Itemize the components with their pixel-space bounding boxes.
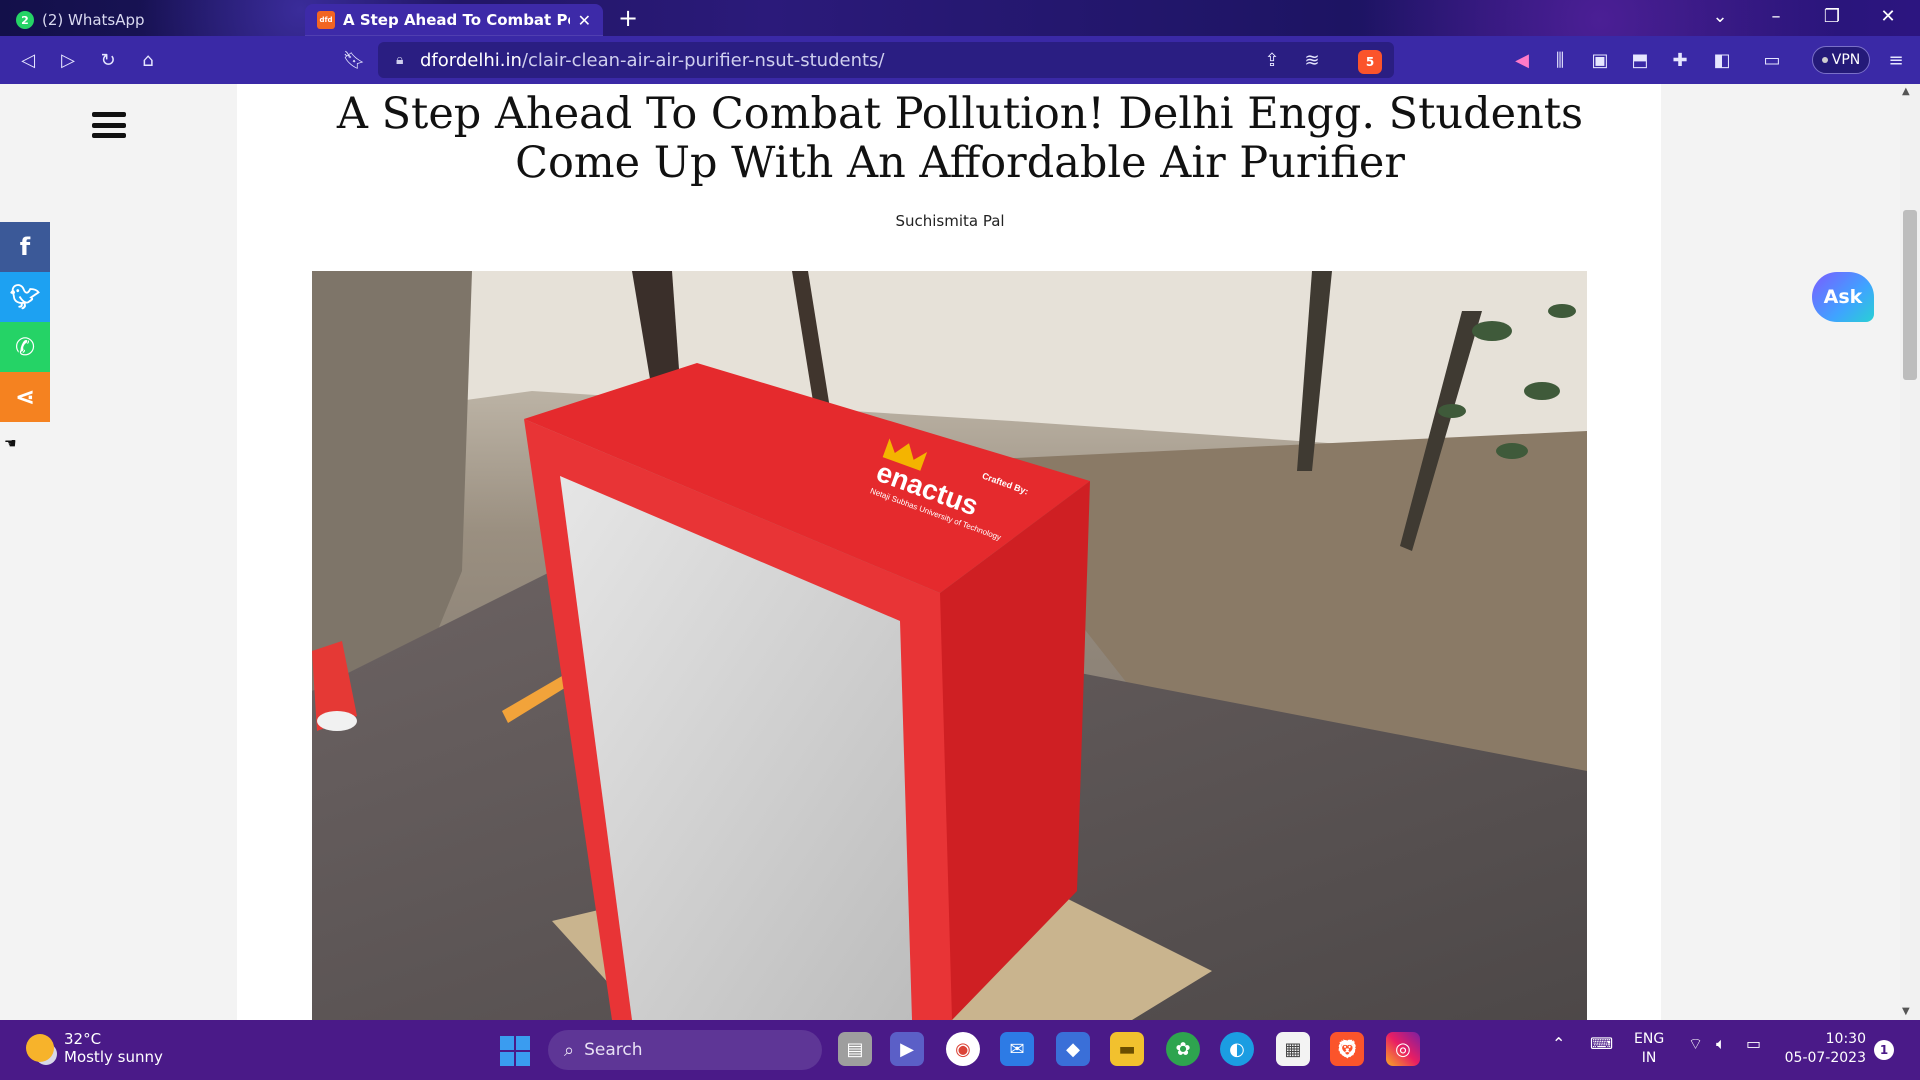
system-clock[interactable]: 10:30 05-07-2023 (1782, 1030, 1866, 1068)
facebook-share-button[interactable]: f (0, 222, 50, 272)
twitter-share-button[interactable]: 🐦︎ (0, 272, 50, 322)
notification-badge[interactable]: 1 (1874, 1040, 1894, 1060)
url-domain: dfordelhi.in (420, 49, 522, 71)
menu-bar (92, 122, 126, 128)
brave-shields-icon[interactable]: 5 (1358, 50, 1382, 74)
weather-temperature: 32°C (64, 1030, 102, 1048)
clock-time: 10:30 (1825, 1031, 1866, 1047)
instagram-icon[interactable]: ◎ (1386, 1032, 1420, 1066)
whatsapp-icon: ✆ (14, 333, 36, 361)
collapse-share-hand-icon[interactable]: ☚ (4, 436, 17, 452)
extension-download-icon[interactable]: ⬒ (1626, 46, 1654, 74)
back-icon[interactable]: ◁ (14, 46, 42, 74)
task-view-icon[interactable]: ▤ (838, 1032, 872, 1066)
twitter-bird-icon: 🐦︎ (9, 283, 41, 311)
browser-toolbar: ◁ ▷ ↻ ⌂ 🔖︎ 🔒︎ dfordelhi.in/clair-clean-a… (0, 36, 1920, 84)
battery-icon[interactable]: ▭ (1746, 1034, 1761, 1053)
new-tab-icon[interactable]: + (618, 4, 638, 32)
edge-icon[interactable]: ◐ (1220, 1032, 1254, 1066)
file-explorer-icon[interactable]: ▬ (1110, 1032, 1144, 1066)
web-page: A Step Ahead To Combat Pollution! Delhi … (0, 84, 1920, 1020)
address-bar[interactable]: 🔒︎ dfordelhi.in/clair-clean-air-air-puri… (378, 42, 1394, 78)
restore-window-icon[interactable]: ❐ (1812, 6, 1852, 27)
close-tab-icon[interactable]: ✕ (578, 11, 591, 30)
forward-icon[interactable]: ▷ (54, 46, 82, 74)
scrollbar-thumb[interactable] (1903, 210, 1917, 380)
taskbar-search[interactable]: ⌕ Search (548, 1030, 822, 1070)
video-icon[interactable]: ▣ (1586, 46, 1614, 74)
tab-title: (2) WhatsApp (42, 11, 145, 29)
tab-search-chevron-icon[interactable]: ⌄ (1700, 6, 1740, 27)
scroll-up-arrow-icon[interactable]: ▲ (1902, 86, 1910, 97)
language-code: ENG (1634, 1031, 1665, 1047)
show-hidden-icons-chevron-icon[interactable]: ⌃ (1552, 1034, 1565, 1053)
ask-label: Ask (1823, 286, 1863, 308)
facebook-icon: f (19, 233, 31, 261)
sidebar-bars-icon[interactable]: ⫼ (1546, 46, 1574, 74)
region-code: IN (1641, 1050, 1657, 1066)
windows-start-icon[interactable] (500, 1036, 530, 1066)
scroll-down-arrow-icon[interactable]: ▼ (1902, 1006, 1910, 1017)
start-pane (500, 1052, 514, 1066)
vpn-label: VPN (1831, 52, 1861, 68)
tab-title: A Step Ahead To Combat Pollutio (343, 11, 570, 29)
search-icon: ⌕ (564, 1039, 575, 1061)
article-hero-image: enactus Crafted By: Netaji Subhas Univer… (312, 271, 1587, 1020)
mail-icon[interactable]: ✉ (1000, 1032, 1034, 1066)
wallet-icon[interactable]: ▭ (1758, 46, 1786, 74)
lock-icon: 🔒︎ (396, 52, 404, 68)
search-label: Search (584, 1040, 643, 1060)
chatgpt-icon[interactable]: ✿ (1166, 1032, 1200, 1066)
start-pane (500, 1036, 514, 1050)
wifi-icon[interactable]: ⌔ (1688, 1034, 1703, 1054)
home-icon[interactable]: ⌂ (134, 46, 162, 74)
whatsapp-icon: 2 (16, 11, 34, 29)
start-pane (516, 1036, 530, 1050)
rss-icon[interactable]: ≋ (1298, 46, 1326, 74)
article-title: A Step Ahead To Combat Pollution! Delhi … (336, 89, 1584, 188)
weather-widget[interactable]: 32°C Mostly sunny (26, 1030, 163, 1066)
browser-tab-strip: 2 (2) WhatsApp dfd A Step Ahead To Comba… (0, 0, 1920, 36)
bookmark-icon[interactable]: 🔖︎ (340, 46, 368, 74)
microsoft-store-icon[interactable]: ▦ (1276, 1032, 1310, 1066)
minimize-window-icon[interactable]: – (1756, 6, 1796, 27)
clock-date: 05-07-2023 (1784, 1050, 1866, 1066)
generic-share-button[interactable]: ⋖ (0, 372, 50, 422)
tab-whatsapp[interactable]: 2 (2) WhatsApp (4, 4, 304, 36)
menu-bar (92, 112, 126, 117)
keyboard-icon[interactable]: ⌨ (1590, 1034, 1613, 1053)
media-audio-icon[interactable]: ◀︎ (1508, 46, 1536, 74)
copilot-icon[interactable]: ◆ (1056, 1032, 1090, 1066)
language-indicator[interactable]: ENG IN (1634, 1030, 1664, 1068)
url-path: /clair-clean-air-air-purifier-nsut-stude… (521, 49, 885, 71)
extensions-puzzle-icon[interactable]: ✚ (1666, 46, 1694, 74)
menu-icon[interactable]: ≡ (1882, 46, 1910, 74)
article-author[interactable]: Suchismita Pal (800, 212, 1100, 230)
share-icon: ⋖ (14, 383, 36, 411)
vpn-button[interactable]: VPN (1812, 46, 1870, 74)
volume-icon[interactable]: 🔈︎ (1716, 1034, 1726, 1054)
vpn-status-dot (1821, 57, 1828, 63)
whatsapp-share-button[interactable]: ✆ (0, 322, 50, 372)
partly-sunny-icon (26, 1034, 54, 1062)
reload-icon[interactable]: ↻ (94, 46, 122, 74)
menu-bar (92, 133, 126, 138)
sidebar-toggle-icon[interactable]: ◧ (1708, 46, 1736, 74)
teams-chat-icon[interactable]: ▶ (890, 1032, 924, 1066)
air-purifier-photo: enactus Crafted By: Netaji Subhas Univer… (312, 271, 1587, 1020)
share-icon[interactable]: ⇪ (1258, 46, 1286, 74)
close-window-icon[interactable]: ✕ (1868, 6, 1908, 27)
start-pane (516, 1052, 530, 1066)
chrome-icon[interactable]: ◉ (946, 1032, 980, 1066)
dfordelhi-favicon-icon: dfd (317, 11, 335, 29)
windows-taskbar: 32°C Mostly sunny ⌕ Search ▤ ▶ ◉ ✉ ◆ ▬ ✿… (0, 1020, 1920, 1080)
brave-browser-icon[interactable]: 🦁︎ (1330, 1032, 1364, 1066)
weather-condition: Mostly sunny (64, 1048, 163, 1066)
site-menu-icon[interactable] (92, 112, 126, 138)
tab-dfordelhi-article[interactable]: dfd A Step Ahead To Combat Pollutio ✕ (305, 4, 603, 36)
ask-widget-button[interactable]: Ask (1812, 272, 1874, 322)
